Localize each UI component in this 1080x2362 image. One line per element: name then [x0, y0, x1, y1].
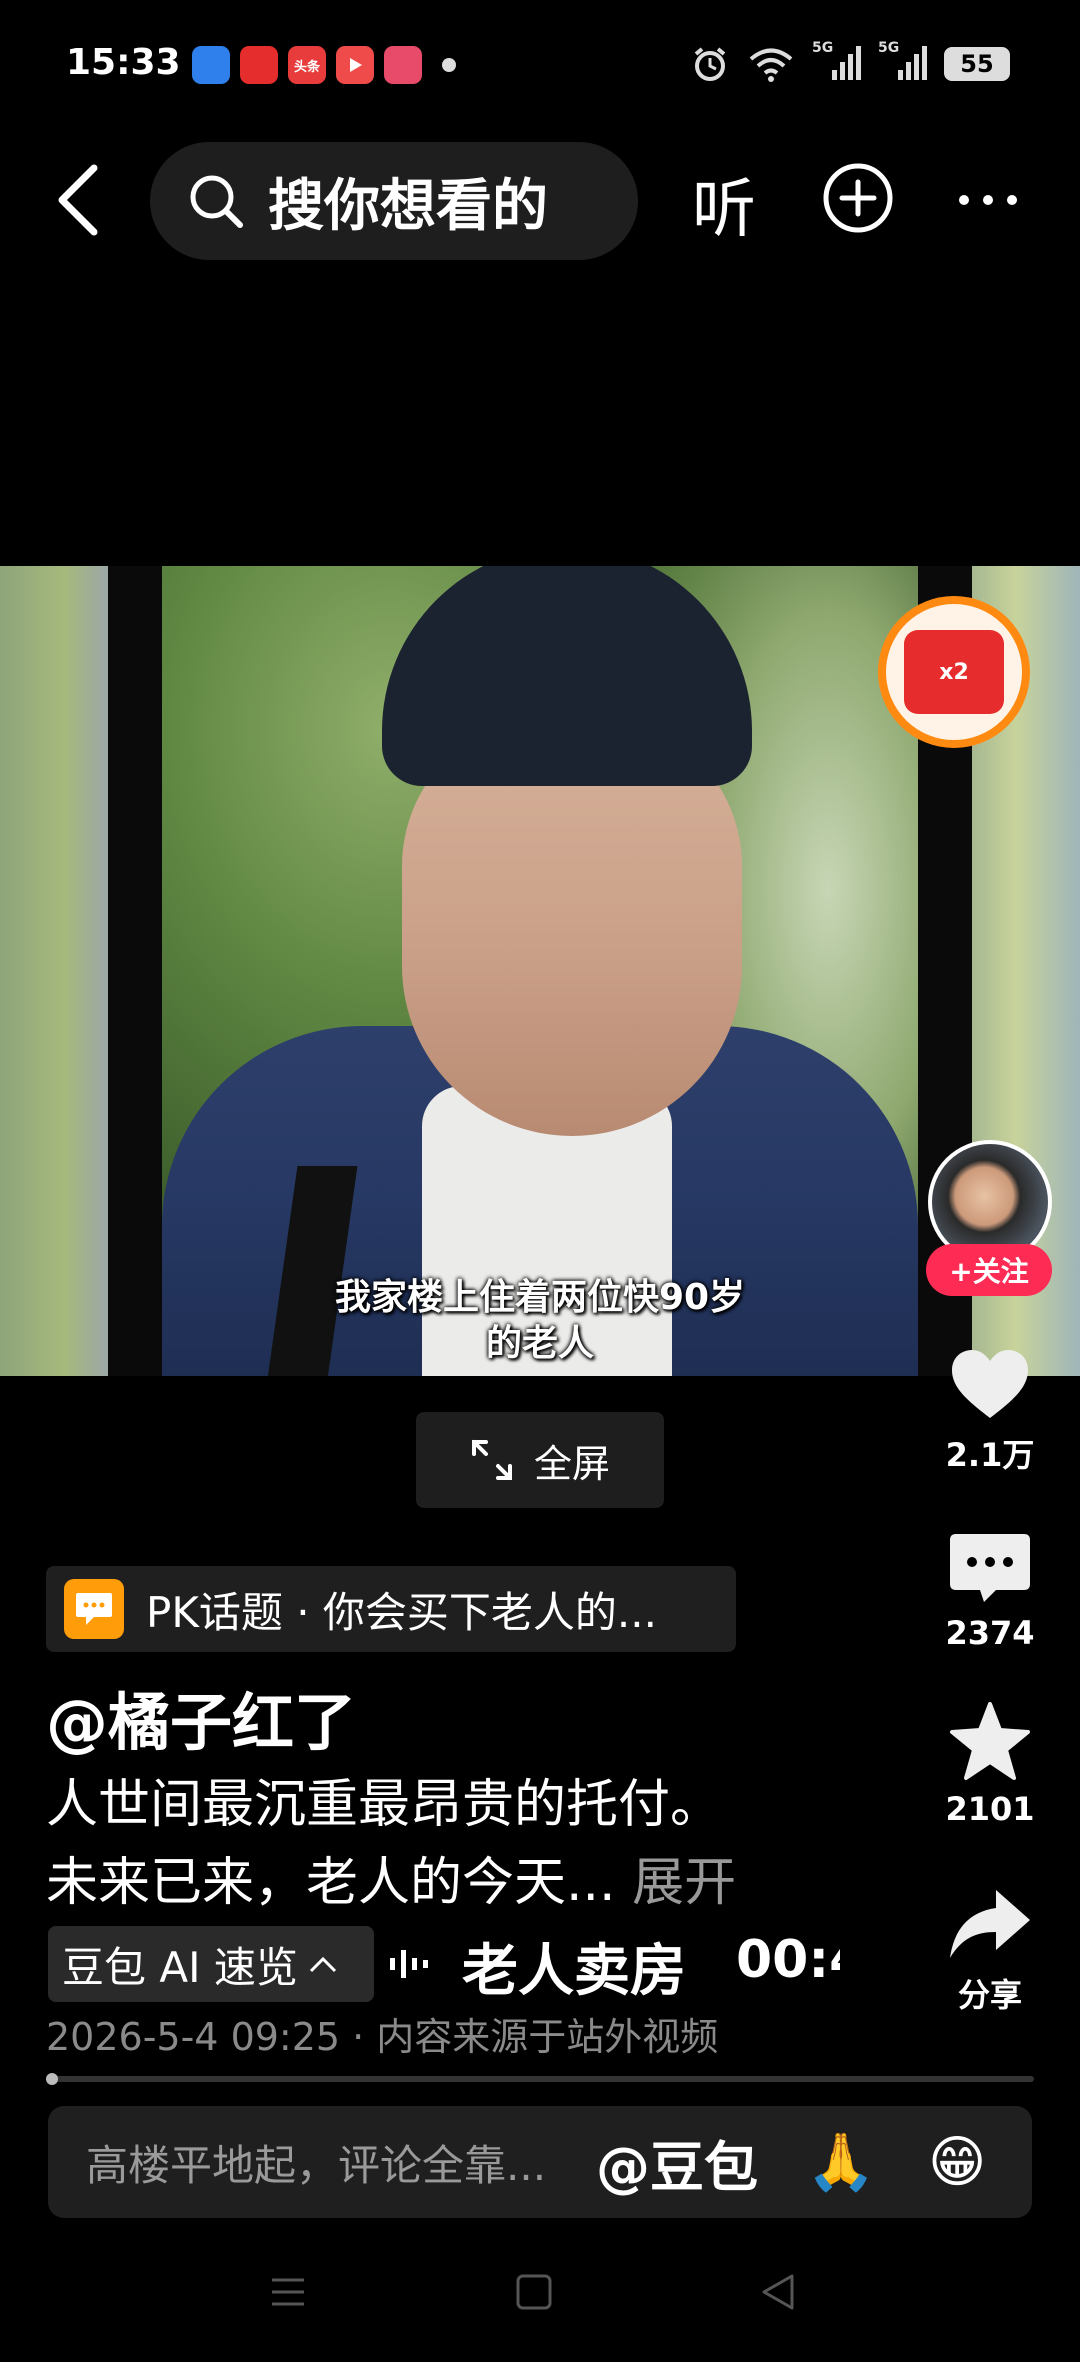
search-box[interactable]: 搜你想看的 [150, 142, 638, 260]
fullscreen-button[interactable]: 全屏 [416, 1412, 664, 1508]
share-arrow-icon [950, 1890, 1030, 1958]
status-right: 5G 5G 55 [690, 40, 1010, 84]
listen-button[interactable]: 听 [692, 158, 756, 250]
mention-doubao-button[interactable]: @豆包 [596, 2123, 758, 2202]
video-subtitle-line2: 的老人 [485, 1323, 594, 1364]
like-button[interactable]: 2.1万 [930, 1346, 1050, 1476]
like-count: 2.1万 [945, 1436, 1035, 1474]
comment-placeholder: 高楼平地起，评论全靠... [86, 2140, 547, 2190]
signal-icon-1: 5G [812, 40, 862, 84]
back-button[interactable] [48, 160, 108, 240]
more-dots-icon [959, 195, 1017, 205]
search-icon [190, 175, 243, 228]
video-play-app-icon [336, 46, 374, 84]
wifi-icon [749, 48, 793, 82]
comment-count: 2374 [945, 1614, 1035, 1652]
heart-icon [952, 1350, 1028, 1418]
blue-app-icon [192, 46, 230, 84]
share-button[interactable]: 分享 [930, 1886, 1050, 2016]
status-time: 15:33 [66, 42, 181, 83]
pk-topic-text: PK话题 · 你会买下老人的... [146, 1587, 657, 1637]
menu-nav-icon[interactable] [268, 2272, 308, 2312]
follow-button[interactable]: +关注 [926, 1244, 1052, 1296]
description-line2: 未来已来，老人的今天... 展开 [46, 1840, 736, 1915]
notification-icons: 头条 [192, 46, 456, 84]
expand-link[interactable]: 展开 [632, 1853, 736, 1913]
cap [382, 566, 752, 786]
comment-input-bar[interactable]: 高楼平地起，评论全靠... @豆包 🙏 😁 [48, 2106, 1032, 2218]
video-frame: 我家楼上住着两位快90岁 的老人 [162, 566, 918, 1376]
grin-emoji-button[interactable]: 😁 [928, 2130, 986, 2195]
favorite-button[interactable]: 2101 [930, 1702, 1050, 1828]
more-notifications-icon [442, 58, 456, 72]
audio-wave-icon [390, 1950, 428, 1978]
status-bar: 15:33 头条 5G 5G 55 [0, 0, 1080, 130]
mascot-app-icon [384, 46, 422, 84]
plus-circle-icon [823, 163, 893, 233]
description-line2-text: 未来已来，老人的今天... [46, 1853, 616, 1913]
signal-label-2: 5G [878, 40, 900, 56]
signal-label-1: 5G [812, 40, 834, 56]
ai-topic[interactable]: 老人卖房 [462, 1926, 686, 2007]
signal-icon-2: 5G [878, 40, 928, 84]
pk-topic-banner[interactable]: PK话题 · 你会买下老人的... [46, 1566, 736, 1652]
pk-chat-icon [64, 1579, 124, 1639]
post-meta: 2026-5-4 09:25 · 内容来源于站外视频 [46, 2015, 719, 2059]
toutiao-app-icon: 头条 [288, 46, 326, 84]
star-icon [950, 1702, 1030, 1780]
add-button[interactable] [822, 162, 894, 234]
video-subtitle-line1: 我家楼上住着两位快90岁 [334, 1277, 746, 1318]
alarm-icon [694, 47, 726, 81]
description-line1: 人世间最沉重最昂贵的托付。 [46, 1775, 723, 1835]
battery-indicator: 55 [944, 47, 1010, 81]
ai-summary-chip[interactable]: 豆包 AI 速览 [48, 1926, 374, 2002]
share-label: 分享 [957, 1976, 1022, 2014]
home-nav-icon[interactable] [514, 2272, 554, 2312]
red-knot-app-icon [240, 46, 278, 84]
comment-button[interactable]: 2374 [930, 1530, 1050, 1652]
search-placeholder: 搜你想看的 [268, 173, 548, 239]
comment-bubble-icon [950, 1534, 1030, 1602]
more-button[interactable] [956, 176, 1020, 224]
chevron-left-icon [58, 164, 98, 236]
author-name[interactable]: @橘子红了 [46, 1672, 356, 1762]
fullscreen-label: 全屏 [533, 1441, 610, 1486]
pray-emoji-button[interactable]: 🙏 [806, 2129, 876, 2195]
red-packet-icon: x2 [904, 630, 1004, 714]
expand-icon [471, 1440, 512, 1480]
back-nav-icon[interactable] [758, 2272, 798, 2312]
video-progress-bar[interactable] [46, 2073, 1034, 2085]
system-nav-bar [0, 2250, 1080, 2350]
favorite-count: 2101 [945, 1790, 1035, 1828]
red-packet-button[interactable]: x2 [878, 596, 1030, 748]
ai-summary-label: 豆包 AI 速览 [62, 1942, 298, 1992]
ai-timestamp[interactable]: 00:4 [736, 1930, 840, 1990]
chevron-up-icon [309, 1956, 336, 1973]
progress-thumb[interactable] [46, 2073, 58, 2085]
